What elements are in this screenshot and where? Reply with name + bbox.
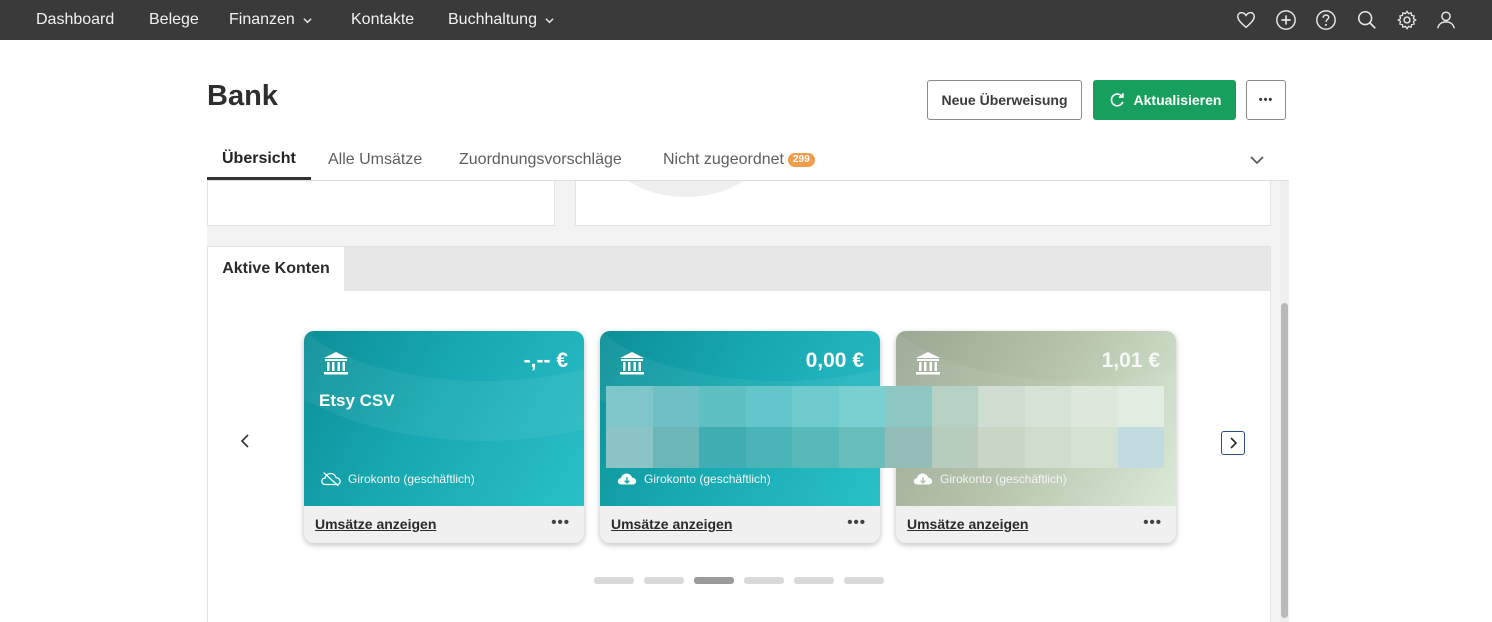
carousel-dot-active[interactable] xyxy=(694,577,734,584)
account-balance: 0,00 € xyxy=(805,349,864,372)
show-transactions-link[interactable]: Umsätze anzeigen xyxy=(315,516,436,532)
tab-alle-umsaetze-label: Alle Umsätze xyxy=(328,151,423,168)
account-name: Etsy CSV xyxy=(319,391,395,410)
plus-circle-icon[interactable] xyxy=(1274,8,1298,32)
chevron-right-icon xyxy=(1230,437,1238,449)
heart-icon[interactable] xyxy=(1234,8,1258,32)
carousel-pagination xyxy=(594,577,884,584)
account-card-footer: Umsätze anzeigen ••• xyxy=(896,506,1176,543)
account-balance: -,-- € xyxy=(523,349,568,372)
user-icon[interactable] xyxy=(1434,8,1458,32)
tab-zuordnungsvorschlaege[interactable]: Zuordnungsvorschläge xyxy=(459,140,622,180)
account-type-label: Girokonto (geschäftlich) xyxy=(644,472,771,486)
tab-aktive-konten[interactable]: Aktive Konten xyxy=(208,247,344,291)
account-balance: 1,01 € xyxy=(1101,349,1160,372)
account-more-button[interactable]: ••• xyxy=(1143,514,1162,531)
refresh-icon xyxy=(1110,93,1124,107)
chevron-down-icon xyxy=(545,17,554,23)
chart-remnant xyxy=(606,181,766,197)
search-icon[interactable] xyxy=(1355,8,1379,32)
bank-icon xyxy=(324,352,348,375)
tab-nicht-zugeordnet[interactable]: Nicht zugeordnet 299 xyxy=(663,140,815,180)
account-more-button[interactable]: ••• xyxy=(847,514,866,531)
account-type-label: Girokonto (geschäftlich) xyxy=(940,472,1067,486)
refresh-label: Aktualisieren xyxy=(1133,92,1222,108)
carousel-dot[interactable] xyxy=(844,577,884,584)
account-type: Girokonto (geschäftlich) xyxy=(616,471,771,487)
nav-finanzen-label: Finanzen xyxy=(229,11,295,28)
show-transactions-link[interactable]: Umsätze anzeigen xyxy=(611,516,732,532)
cloud-download-icon xyxy=(617,473,637,485)
account-card-face[interactable]: -,-- € Etsy CSV Girokonto (geschäftlich) xyxy=(304,331,584,506)
cloud-off-icon xyxy=(321,472,341,487)
account-card-footer: Umsätze anzeigen ••• xyxy=(304,506,584,543)
top-navigation: Dashboard Belege Finanzen Kontakte Buchh… xyxy=(0,0,1492,40)
carousel-dot[interactable] xyxy=(594,577,634,584)
new-transfer-label: Neue Überweisung xyxy=(941,92,1068,108)
tab-zuordnungsvorschlaege-label: Zuordnungsvorschläge xyxy=(459,151,622,168)
account-card-footer: Umsätze anzeigen ••• xyxy=(600,506,880,543)
help-icon[interactable] xyxy=(1314,8,1338,32)
nav-belege[interactable]: Belege xyxy=(149,0,199,40)
tab-nicht-zugeordnet-label: Nicht zugeordnet xyxy=(663,151,784,168)
chart-panel xyxy=(575,181,1271,226)
nav-kontakte[interactable]: Kontakte xyxy=(351,0,414,40)
tab-uebersicht[interactable]: Übersicht xyxy=(207,140,311,180)
nav-belege-label: Belege xyxy=(149,11,199,28)
carousel-dot[interactable] xyxy=(794,577,834,584)
cloud-download-icon xyxy=(913,473,933,485)
nav-buchhaltung[interactable]: Buchhaltung xyxy=(448,0,554,40)
unassigned-count-badge: 299 xyxy=(787,153,815,167)
nav-finanzen[interactable]: Finanzen xyxy=(229,0,312,40)
tab-alle-umsaetze[interactable]: Alle Umsätze xyxy=(328,140,422,180)
nav-dashboard[interactable]: Dashboard xyxy=(36,0,114,40)
overview-content: Aktive Konten -,-- € Etsy CSV Girokonto … xyxy=(207,181,1289,622)
carousel-next-button[interactable] xyxy=(1221,431,1245,455)
tab-aktive-konten-label: Aktive Konten xyxy=(222,260,330,277)
more-actions-button[interactable]: ••• xyxy=(1246,80,1286,120)
gear-icon[interactable] xyxy=(1395,8,1419,32)
tab-uebersicht-label: Übersicht xyxy=(222,149,296,167)
chevron-down-icon[interactable] xyxy=(1249,152,1265,168)
bank-icon xyxy=(620,352,644,375)
carousel-dot[interactable] xyxy=(744,577,784,584)
nav-kontakte-label: Kontakte xyxy=(351,11,415,28)
page-title: Bank xyxy=(207,80,278,112)
chevron-down-icon xyxy=(303,17,312,23)
accounts-tabbar: Aktive Konten xyxy=(208,247,1270,291)
nav-dashboard-label: Dashboard xyxy=(36,11,115,28)
content-scrollbar[interactable] xyxy=(1280,181,1289,622)
account-type: Girokonto (geschäftlich) xyxy=(320,471,475,487)
account-type: Girokonto (geschäftlich) xyxy=(912,471,1067,487)
active-accounts-panel: Aktive Konten -,-- € Etsy CSV Girokonto … xyxy=(207,246,1271,622)
redacted-account-names xyxy=(606,386,1164,468)
tab-bar: Übersicht Alle Umsätze Zuordnungsvorschl… xyxy=(207,140,1289,181)
scrollbar-thumb[interactable] xyxy=(1281,303,1288,618)
nav-buchhaltung-label: Buchhaltung xyxy=(448,11,537,28)
show-transactions-link[interactable]: Umsätze anzeigen xyxy=(907,516,1028,532)
carousel-prev-icon[interactable] xyxy=(236,432,254,450)
bank-icon xyxy=(916,352,940,375)
new-transfer-button[interactable]: Neue Überweisung xyxy=(927,80,1082,120)
account-more-button[interactable]: ••• xyxy=(551,514,570,531)
account-card: -,-- € Etsy CSV Girokonto (geschäftlich)… xyxy=(304,331,584,543)
refresh-button[interactable]: Aktualisieren xyxy=(1093,80,1236,120)
more-actions-label: ••• xyxy=(1258,94,1274,106)
carousel-dot[interactable] xyxy=(644,577,684,584)
summary-panel xyxy=(207,181,555,226)
account-type-label: Girokonto (geschäftlich) xyxy=(348,472,475,486)
